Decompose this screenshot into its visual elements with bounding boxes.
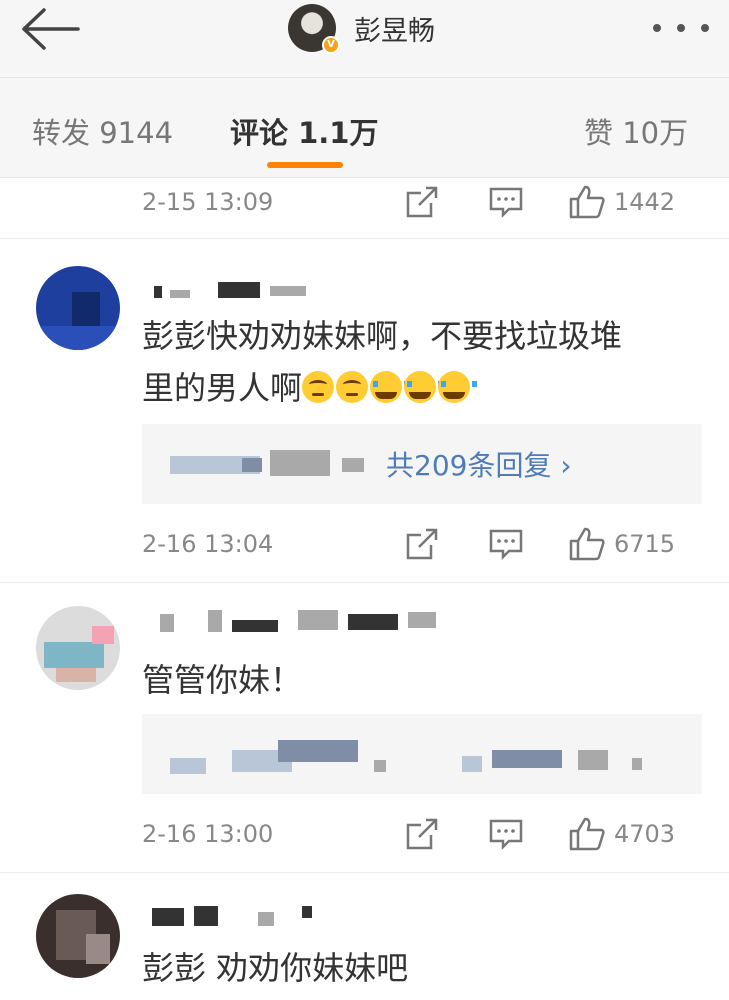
emoji-icon bbox=[302, 371, 335, 403]
like-icon bbox=[569, 817, 605, 851]
like-icon bbox=[569, 527, 605, 561]
top-bar: V 彭昱畅 bbox=[0, 0, 729, 78]
profile-header[interactable]: V 彭昱畅 bbox=[288, 4, 435, 54]
comment-icon[interactable] bbox=[484, 812, 528, 856]
tab-indicator bbox=[267, 162, 343, 168]
tab-bar: 转发 9144 评论 1.1万 赞 10万 bbox=[0, 78, 729, 178]
comment-date: 2-16 13:00 bbox=[142, 820, 274, 848]
comment-text: 彭彭快劝劝妹妹啊，不要找垃圾堆 里的男人啊 bbox=[142, 317, 623, 407]
like-count: 1442 bbox=[614, 188, 676, 216]
like-count: 6715 bbox=[614, 530, 676, 558]
avatar[interactable] bbox=[36, 266, 120, 350]
username[interactable] bbox=[148, 278, 318, 304]
avatar[interactable]: V bbox=[288, 4, 340, 54]
divider bbox=[0, 872, 729, 873]
comment-date: 2-16 13:04 bbox=[142, 530, 274, 558]
avatar[interactable] bbox=[36, 606, 120, 690]
comment-meta: 2-16 13:04 6715 bbox=[142, 522, 707, 566]
emoji-icon bbox=[438, 371, 478, 403]
comment-text: 管管你妹！ bbox=[142, 661, 303, 699]
like-button[interactable]: 6715 bbox=[568, 526, 675, 562]
reply-preview[interactable]: 共209条回复 › bbox=[142, 424, 702, 504]
repost-icon[interactable] bbox=[400, 812, 444, 856]
username[interactable] bbox=[148, 904, 328, 930]
back-arrow-icon bbox=[22, 8, 80, 50]
comment-text: 彭彭 劝劝你妹妹吧 bbox=[142, 949, 409, 987]
repost-icon[interactable] bbox=[400, 522, 444, 566]
emoji-icon bbox=[404, 371, 444, 403]
reply-count-link[interactable]: 共209条回复 › bbox=[386, 444, 572, 484]
emoji-icon bbox=[336, 371, 369, 403]
comment-list: 2-15 13:09 1442 彭彭快劝劝妹妹啊，不要找垃圾堆 里的男人啊 共2… bbox=[0, 178, 729, 1000]
like-count: 4703 bbox=[614, 820, 676, 848]
divider bbox=[0, 238, 729, 239]
like-button[interactable]: 1442 bbox=[568, 184, 675, 220]
page-title: 彭昱畅 bbox=[354, 15, 435, 47]
comment-icon[interactable] bbox=[484, 180, 528, 224]
divider bbox=[0, 582, 729, 583]
tab-comments[interactable]: 评论 1.1万 bbox=[230, 110, 378, 152]
verified-badge: V bbox=[322, 36, 340, 54]
more-icon[interactable] bbox=[653, 14, 709, 42]
comment-date: 2-15 13:09 bbox=[142, 188, 274, 216]
like-button[interactable]: 4703 bbox=[568, 816, 675, 852]
comment-icon[interactable] bbox=[484, 522, 528, 566]
comment-meta: 2-16 13:00 4703 bbox=[142, 812, 707, 856]
avatar[interactable] bbox=[36, 894, 120, 978]
comment-meta: 2-15 13:09 1442 bbox=[142, 180, 707, 224]
username[interactable] bbox=[148, 608, 448, 634]
like-icon bbox=[569, 185, 605, 219]
back-button[interactable] bbox=[18, 6, 82, 52]
repost-icon[interactable] bbox=[400, 180, 444, 224]
tab-repost[interactable]: 转发 9144 bbox=[32, 110, 173, 152]
tab-likes[interactable]: 赞 10万 bbox=[584, 110, 688, 152]
reply-preview[interactable] bbox=[142, 714, 702, 794]
emoji-icon bbox=[370, 371, 410, 403]
